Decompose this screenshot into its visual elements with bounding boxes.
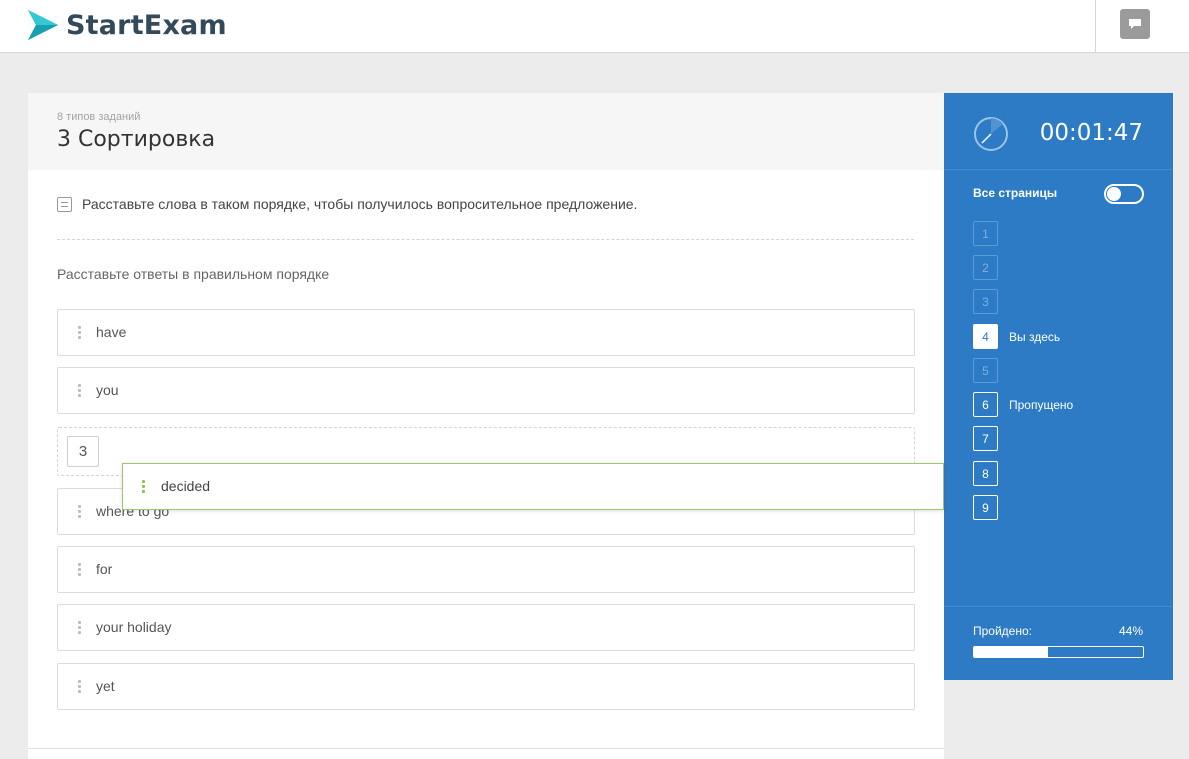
chat-button[interactable]	[1095, 0, 1189, 53]
all-pages-label: Все страницы	[973, 186, 1058, 200]
drag-handle-icon[interactable]	[78, 621, 81, 634]
brand-name: StartExam	[66, 9, 227, 41]
progress-bar	[973, 646, 1144, 658]
play-arrow-logo-icon	[28, 10, 58, 40]
page-row: 2	[973, 255, 998, 280]
drag-handle-icon[interactable]	[78, 326, 81, 339]
progress-divider	[944, 606, 1173, 607]
page-row: 6 Пропущено	[973, 392, 1073, 417]
current-page-note: Вы здесь	[1009, 329, 1061, 344]
sort-item[interactable]: have	[57, 309, 915, 356]
page-row: 3	[973, 289, 998, 314]
page-button-6[interactable]: 6	[973, 392, 998, 417]
page-button-9[interactable]: 9	[973, 495, 998, 520]
sort-item[interactable]: your holiday	[57, 604, 915, 651]
timer-row: 00:01:47	[944, 93, 1173, 170]
breadcrumb[interactable]: 8 типов заданий	[57, 111, 140, 123]
navigation-panel: 00:01:47 Все страницы 1 2 3 4 Вы здесь 5…	[944, 93, 1173, 680]
drag-handle-icon[interactable]	[78, 563, 81, 576]
question-header: 8 типов заданий 3 Сортировка	[28, 93, 944, 170]
page-button-8[interactable]: 8	[973, 461, 998, 486]
sort-hint: Расставьте ответы в правильном порядке	[57, 266, 330, 282]
instruction: Расставьте слова в таком порядке, чтобы …	[57, 196, 637, 212]
page-button-4[interactable]: 4	[973, 324, 998, 349]
sort-item[interactable]: for	[57, 546, 915, 593]
chat-bubble-icon	[1120, 9, 1150, 39]
dashed-divider	[57, 239, 914, 240]
page-button-2[interactable]: 2	[973, 255, 998, 280]
sort-item[interactable]: you	[57, 367, 915, 414]
timer: 00:01:47	[1039, 120, 1143, 146]
drag-handle-icon[interactable]	[78, 680, 81, 693]
slot-number: 3	[67, 436, 99, 467]
page-row: 9	[973, 495, 998, 520]
progress-label: Пройдено:	[973, 624, 1032, 638]
stopwatch-icon	[974, 117, 1008, 151]
page-button-5[interactable]: 5	[973, 358, 998, 383]
sort-item-label: you	[96, 382, 119, 398]
sort-item[interactable]: yet	[57, 663, 915, 710]
dragged-item-label: decided	[161, 478, 211, 494]
sort-item-label: your holiday	[96, 619, 172, 635]
instruction-text: Расставьте слова в таком порядке, чтобы …	[82, 196, 638, 212]
progress-fill	[974, 647, 1049, 657]
drag-handle-icon[interactable]	[142, 480, 145, 493]
drag-handle-icon[interactable]	[78, 384, 81, 397]
page-row: 4 Вы здесь	[973, 324, 1060, 349]
progress-percent: 44%	[1118, 624, 1143, 638]
document-icon	[57, 196, 72, 212]
all-pages-toggle[interactable]	[1104, 184, 1144, 204]
top-bar: StartExam	[0, 0, 1189, 53]
sort-item-label: have	[96, 324, 127, 340]
dragged-sort-item[interactable]: decided	[122, 463, 944, 510]
card-footer-divider	[28, 748, 944, 749]
toggle-knob	[1107, 187, 1121, 201]
page-row: 8	[973, 461, 998, 486]
startexam-logo[interactable]: StartExam	[26, 7, 227, 43]
question-card: 8 типов заданий 3 Сортировка Расставьте …	[28, 93, 944, 759]
sort-item-label: yet	[96, 678, 115, 694]
drag-handle-icon[interactable]	[78, 505, 81, 518]
skipped-page-note: Пропущено	[1009, 397, 1074, 412]
page-row: 5	[973, 358, 998, 383]
sort-item-label: for	[96, 561, 113, 577]
page-row: 1	[973, 221, 998, 246]
page-button-7[interactable]: 7	[973, 426, 998, 451]
page-button-3[interactable]: 3	[973, 289, 998, 314]
page-row: 7	[973, 426, 998, 451]
page-title: 3 Сортировка	[57, 127, 216, 152]
page-button-1[interactable]: 1	[973, 221, 998, 246]
